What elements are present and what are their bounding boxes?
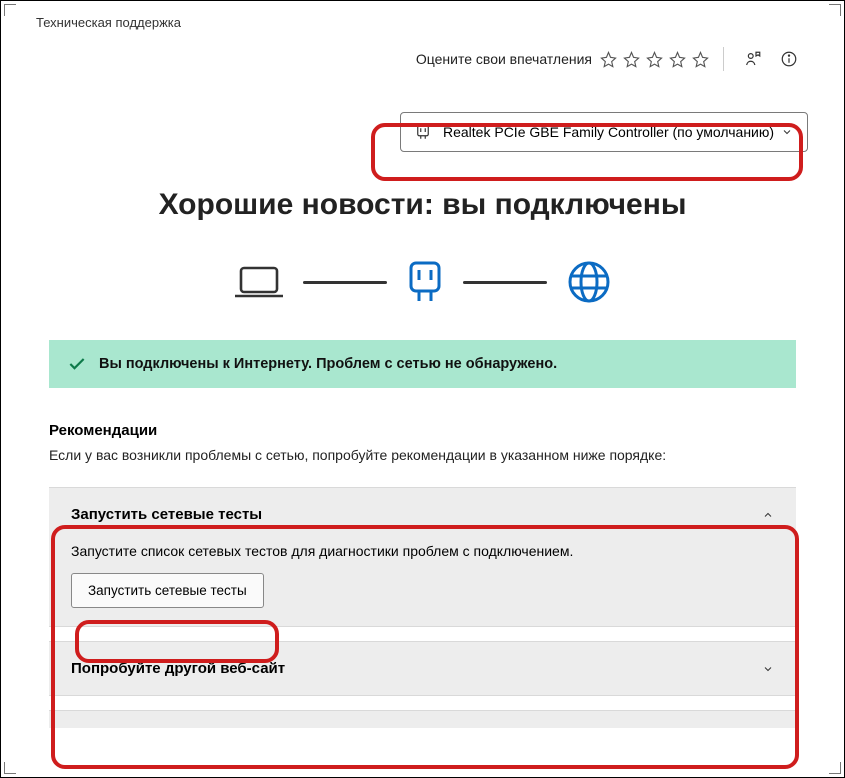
person-feedback-icon <box>744 50 762 68</box>
feedback-button[interactable] <box>738 44 768 74</box>
globe-icon <box>565 258 613 306</box>
info-icon <box>780 50 798 68</box>
recommendations-accordion: Запустить сетевые тесты Запустите список… <box>49 487 796 728</box>
adapter-icon <box>415 123 431 141</box>
accordion-header-try-site[interactable]: Попробуйте другой веб-сайт <box>49 642 796 695</box>
info-button[interactable] <box>774 44 804 74</box>
separator <box>723 47 724 71</box>
connector-line <box>303 281 387 284</box>
accordion-title: Запустить сетевые тесты <box>71 506 262 523</box>
star-icon[interactable] <box>600 51 617 68</box>
recommendations-title: Рекомендации <box>49 422 796 439</box>
accordion-item-partial <box>49 710 796 728</box>
accordion-desc: Запустите список сетевых тестов для диаг… <box>71 543 774 559</box>
status-banner: Вы подключены к Интернету. Проблем с сет… <box>49 340 796 388</box>
accordion-title: Попробуйте другой веб-сайт <box>71 660 285 677</box>
chevron-down-icon <box>762 663 774 675</box>
check-icon <box>67 354 87 374</box>
star-icon[interactable] <box>692 51 709 68</box>
rating-bar: Оцените свои впечатления <box>36 30 822 74</box>
status-text: Вы подключены к Интернету. Проблем с сет… <box>99 356 557 372</box>
chevron-up-icon <box>762 509 774 521</box>
router-icon <box>405 259 445 305</box>
star-icon[interactable] <box>646 51 663 68</box>
accordion-item: Попробуйте другой веб-сайт <box>49 641 796 696</box>
run-network-tests-button[interactable]: Запустить сетевые тесты <box>71 573 264 608</box>
adapter-label: Realtek PCIe GBE Family Controller (по у… <box>443 124 781 140</box>
connector-line <box>463 281 547 284</box>
star-icon[interactable] <box>623 51 640 68</box>
app-title: Техническая поддержка <box>36 15 822 30</box>
laptop-icon <box>233 262 285 302</box>
chevron-down-icon <box>781 126 793 138</box>
star-icon[interactable] <box>669 51 686 68</box>
connection-diagram <box>49 258 796 306</box>
accordion-body: Запустите список сетевых тестов для диаг… <box>49 541 796 626</box>
network-adapter-dropdown[interactable]: Realtek PCIe GBE Family Controller (по у… <box>400 112 808 152</box>
page-title: Хорошие новости: вы подключены <box>49 188 796 222</box>
recommendations-subtitle: Если у вас возникли проблемы с сетью, по… <box>49 447 796 463</box>
rating-label: Оцените свои впечатления <box>416 51 592 67</box>
accordion-item: Запустить сетевые тесты Запустите список… <box>49 487 796 627</box>
accordion-header-run-tests[interactable]: Запустить сетевые тесты <box>49 488 796 541</box>
